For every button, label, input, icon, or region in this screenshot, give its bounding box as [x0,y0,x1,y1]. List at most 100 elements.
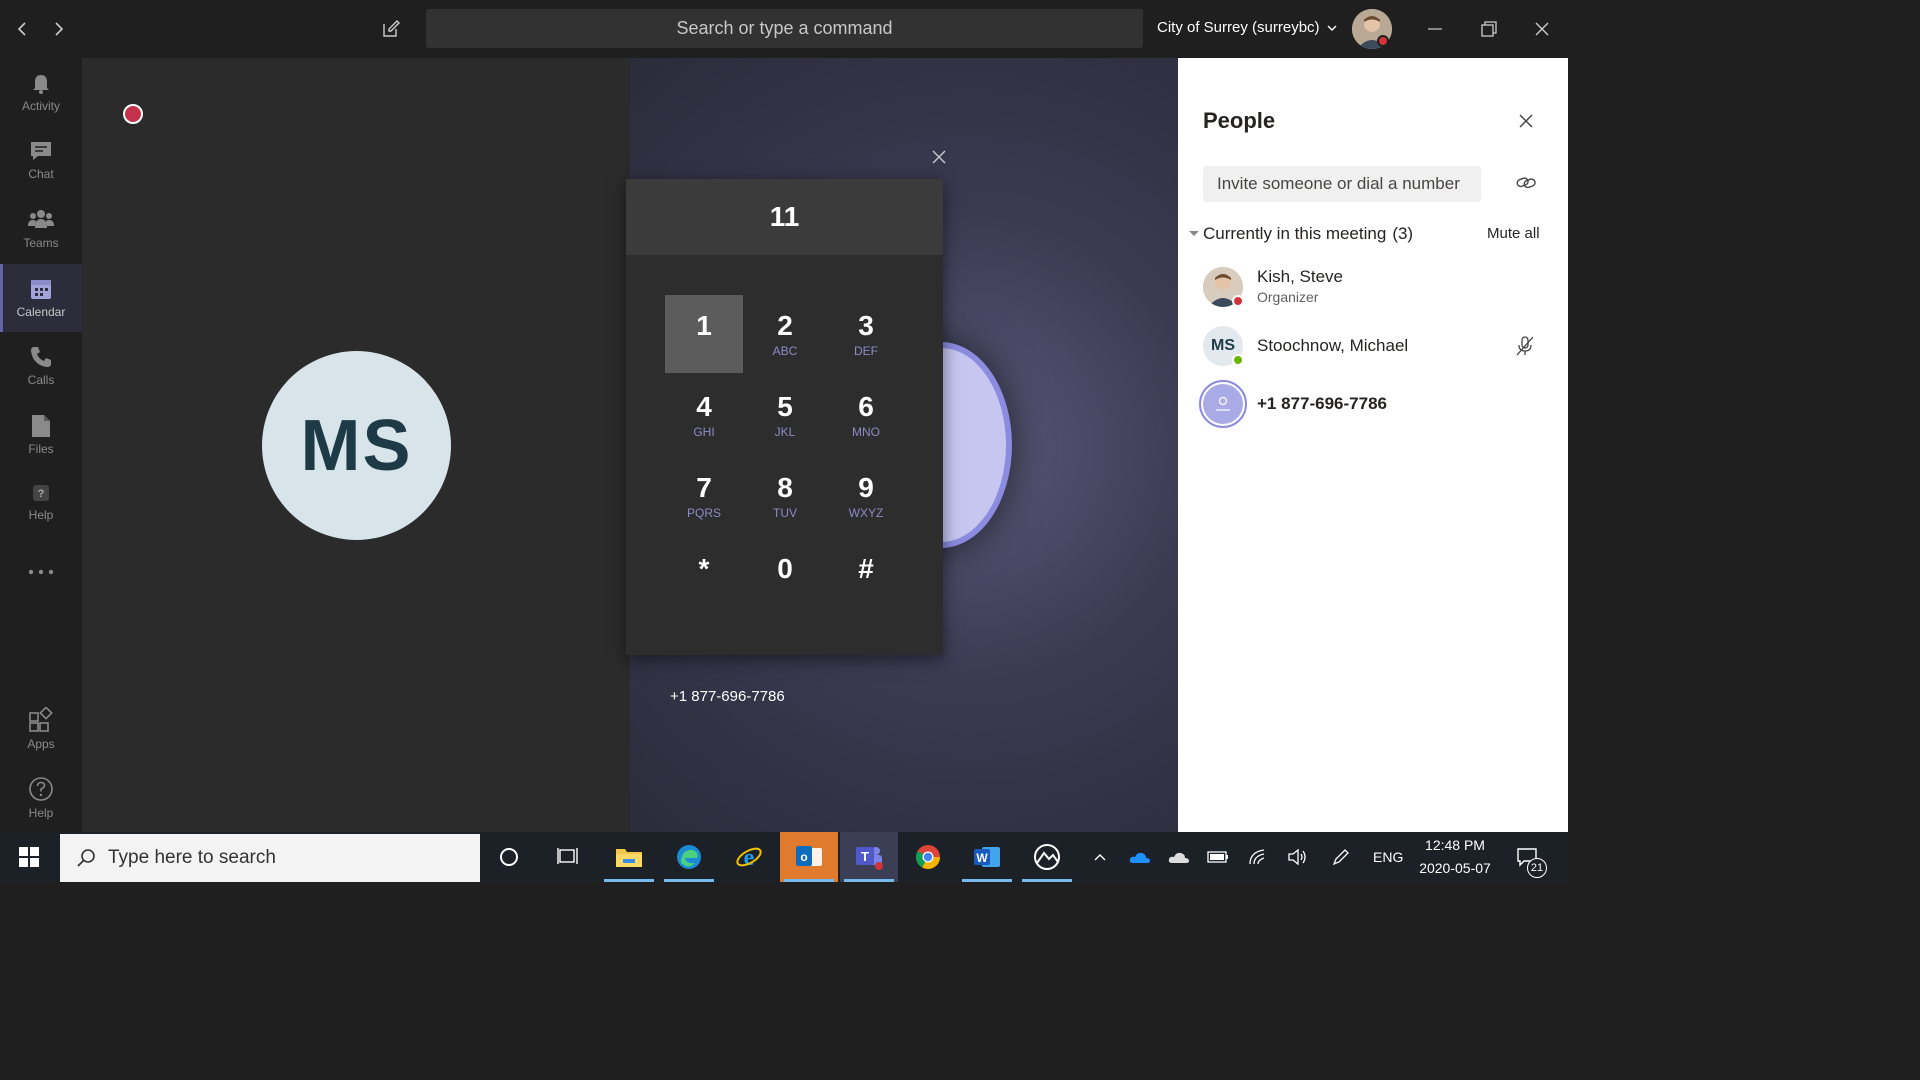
onedrive-icon[interactable] [1124,832,1156,882]
chrome-icon[interactable] [899,832,957,882]
search-icon [77,849,95,867]
rail-item-calls[interactable]: Calls [0,332,82,400]
wifi-icon[interactable] [1242,832,1274,882]
edge-browser-icon[interactable] [660,832,718,882]
dialpad-key-digit: 3 [858,309,874,341]
task-view-icon[interactable] [539,832,597,882]
dialpad-key-1[interactable]: 1 [665,295,743,373]
dialpad-key-7[interactable]: 7 PQRS [665,457,743,535]
photos-app-icon[interactable] [1018,832,1076,882]
rail-label-files: Files [28,442,54,456]
teams-taskbar-icon[interactable]: T [840,832,898,882]
bell-icon [33,75,49,94]
onedrive-personal-icon[interactable] [1163,832,1195,882]
dialpad-key-digit: 2 [777,309,793,341]
battery-icon[interactable] [1202,832,1234,882]
invite-placeholder: Invite someone or dial a number [1217,174,1460,193]
recording-indicator-icon [123,104,143,124]
participant-phone-number: +1 877-696-7786 [1257,394,1387,413]
rail-label-calendar: Calendar [16,305,66,319]
participant-name: Stoochnow, Michael [1257,336,1409,355]
compose-icon[interactable] [376,14,406,44]
pen-icon[interactable] [1325,832,1357,882]
help-circle-icon [29,777,53,801]
dialpad-key-8[interactable]: 8 TUV [746,457,824,535]
close-window-icon[interactable] [1527,14,1557,44]
command-search-bar[interactable]: Search or type a command [426,9,1143,48]
dialpad-key-digit: # [858,552,874,584]
dialpad-key-star[interactable]: * [665,538,743,616]
rail-item-teams[interactable]: Teams [0,195,82,263]
rail-label-help: Help [28,508,54,522]
dialpad-key-digit: 1 [696,309,712,341]
apps-icon [29,707,53,732]
dialpad-display: 11 [626,179,943,255]
dialpad-key-2[interactable]: 2 ABC [746,295,824,373]
mic-muted-icon[interactable] [1513,334,1537,358]
rail-item-activity[interactable]: Activity [0,58,82,126]
forward-arrow-icon[interactable] [43,14,73,44]
rail-item-help-bottom[interactable]: Help [0,764,82,832]
dialpad-key-letters: TUV [773,505,797,520]
rail-label-chat: Chat [28,167,54,181]
participant-role: Organizer [1257,289,1319,305]
back-arrow-icon[interactable] [8,14,38,44]
dialpad-key-hash[interactable]: # [827,538,905,616]
dialpad-key-4[interactable]: 4 GHI [665,376,743,454]
dialpad-key-3[interactable]: 3 DEF [827,295,905,373]
windows-start-icon[interactable] [0,832,58,882]
cortana-icon[interactable] [480,832,538,882]
word-icon[interactable]: W [958,832,1016,882]
org-switcher[interactable]: City of Surrey (surreybc) [1157,19,1338,36]
notification-center-icon[interactable]: 21 [1505,832,1549,882]
people-panel-title: People [1203,108,1276,133]
rail-item-files[interactable]: Files [0,401,82,469]
dialpad-key-6[interactable]: 6 MNO [827,376,905,454]
svg-text:o: o [800,850,807,864]
dialpad-key-0[interactable]: 0 [746,538,824,616]
dialpad-key-9[interactable]: 9 WXYZ [827,457,905,535]
rail-item-chat[interactable]: Chat [0,126,82,194]
dialpad-close-icon[interactable] [928,146,950,168]
rail-label-activity: Activity [21,99,60,113]
clock-date[interactable]: 2020-05-07 [1410,860,1500,876]
outlook-icon[interactable]: o [780,832,838,882]
rail-item-calendar[interactable]: Calendar [0,264,82,332]
rail-item-apps[interactable]: Apps [0,695,82,763]
dialpad-key-5[interactable]: 5 JKL [746,376,824,454]
file-explorer-icon[interactable] [600,832,658,882]
dialpad-key-digit: 7 [696,471,712,503]
clock-time[interactable]: 12:48 PM [1410,837,1500,853]
participant-row[interactable]: Kish, Steve Organizer [1200,265,1560,313]
participant-row[interactable]: MS Stoochnow, Michael [1200,324,1560,372]
command-search-placeholder: Search or type a command [676,18,893,38]
language-indicator[interactable]: ENG [1373,849,1403,865]
share-link-icon[interactable] [1515,172,1537,194]
tray-overflow-chevron-icon[interactable] [1084,832,1116,882]
dialpad-key-letters: JKL [774,424,796,439]
dialpad-key-letters: MNO [852,424,880,439]
restore-icon[interactable] [1474,14,1504,44]
mute-all-button[interactable]: Mute all [1487,225,1540,242]
dialpad-key-letters: ABC [772,343,798,358]
phone-caller-icon [1203,384,1243,424]
svg-text:W: W [976,851,988,865]
participant-avatar: MS [262,351,451,540]
section-count: (3) [1392,224,1414,243]
taskbar-search-box[interactable]: Type here to search [60,834,480,882]
internet-explorer-icon[interactable]: e [720,832,778,882]
more-apps-button[interactable] [0,538,82,606]
rail-item-help[interactable]: ? Help [0,468,82,536]
windows-taskbar: Type here to search e o T W ENG 12:48 PM… [0,832,1568,882]
org-name: City of Surrey (surreybc) [1157,19,1320,36]
invite-input[interactable]: Invite someone or dial a number [1203,166,1481,202]
close-panel-icon[interactable] [1515,110,1537,132]
dialpad-key-digit: 9 [858,471,874,503]
people-panel: People Invite someone or dial a number C… [1178,58,1568,832]
participant-row[interactable]: +1 877-696-7786 [1199,380,1560,428]
caret-down-icon [1189,231,1199,236]
dialpad-key-digit: 8 [777,471,793,503]
minimize-icon[interactable] [1420,14,1450,44]
dialpad-key-letters: PQRS [686,505,721,520]
volume-icon[interactable] [1281,832,1313,882]
